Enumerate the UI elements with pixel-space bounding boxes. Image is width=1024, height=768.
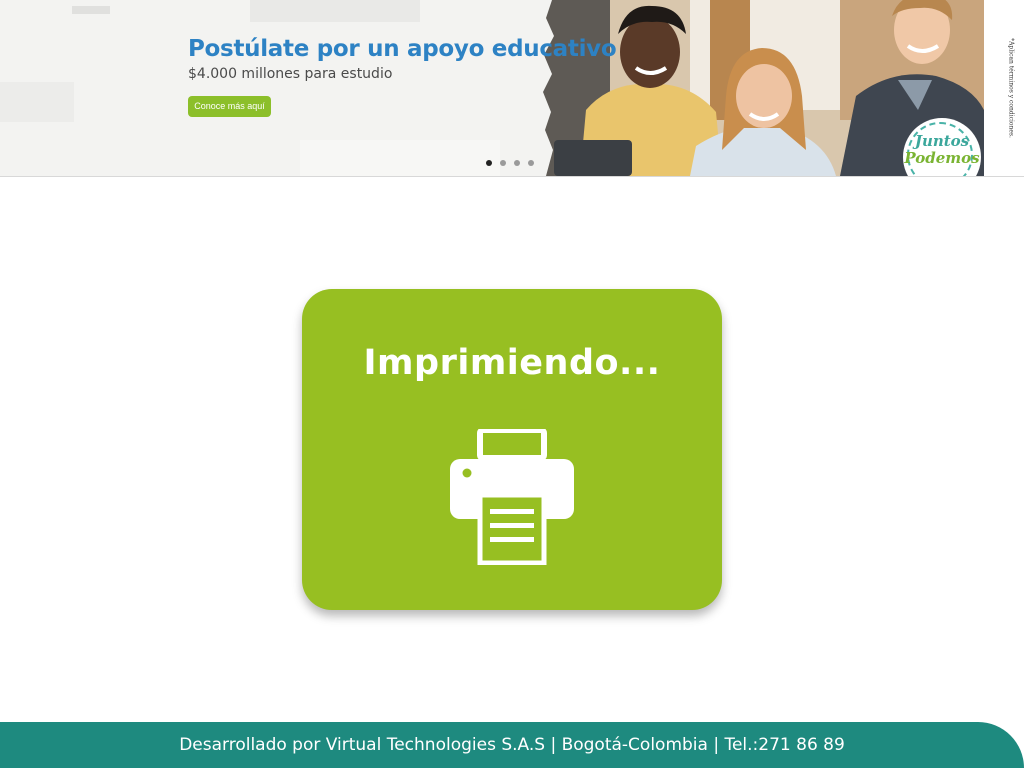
- paper-texture: [250, 0, 420, 22]
- printing-status-text: Imprimiendo...: [363, 343, 661, 383]
- footer-credits: Desarrollado por Virtual Technologies S.…: [179, 735, 845, 755]
- logo-word-podemos: Podemos: [904, 149, 980, 167]
- promo-banner[interactable]: *Aplican términos y condiciones. Postúla…: [0, 0, 1024, 177]
- logo-word-juntos: Juntos: [914, 132, 970, 150]
- paper-texture: [72, 6, 110, 14]
- carousel-indicator: [486, 160, 534, 168]
- kiosk-screen: *Aplican términos y condiciones. Postúla…: [0, 0, 1024, 768]
- paper-texture: [300, 140, 500, 176]
- footer-bar: Desarrollado por Virtual Technologies S.…: [0, 722, 1024, 768]
- learn-more-button[interactable]: Conoce más aquí: [188, 96, 271, 117]
- carousel-dot[interactable]: [528, 160, 534, 166]
- banner-side-strip: [984, 0, 1024, 176]
- terms-note: *Aplican términos y condiciones.: [1007, 38, 1015, 138]
- carousel-dot[interactable]: [486, 160, 492, 166]
- carousel-dot[interactable]: [500, 160, 506, 166]
- paper-texture: [0, 82, 74, 122]
- printing-status-card: Imprimiendo...: [302, 289, 722, 610]
- banner-subtitle: $4.000 millones para estudio: [188, 66, 393, 82]
- carousel-dot[interactable]: [514, 160, 520, 166]
- printer-icon: [450, 427, 574, 566]
- banner-title: Postúlate por un apoyo educativo: [188, 36, 617, 62]
